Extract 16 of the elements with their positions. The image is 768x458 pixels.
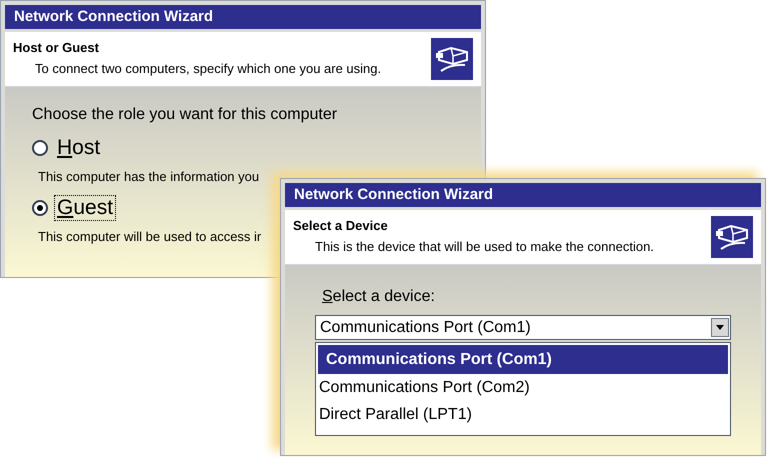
field-label: Select a device: (322, 287, 435, 307)
dropdown-option[interactable]: Communications Port (Com1) (318, 345, 728, 374)
dropdown-option[interactable]: Communications Port (Com2) (318, 374, 728, 401)
window-title: Network Connection Wizard (14, 6, 214, 27)
device-dropdown[interactable]: Communications Port (Com1) (315, 315, 731, 340)
window-title: Network Connection Wizard (294, 184, 494, 205)
header-subtitle: To connect two computers, specify which one you are using. (34, 60, 382, 78)
radio-label: Guest (54, 194, 116, 220)
radio-label: Host (56, 135, 102, 161)
dropdown-option[interactable]: Direct Parallel (LPT1) (318, 401, 728, 428)
role-description: This computer has the information you (38, 168, 260, 186)
header-subtitle: This is the device that will be used to make the connection. (314, 238, 654, 256)
role-description: This computer will be used to access ir (38, 228, 262, 246)
role-prompt: Choose the role you want for this computer (32, 105, 338, 125)
header-title: Select a Device (293, 217, 388, 235)
header-title: Host or Guest (13, 39, 99, 57)
